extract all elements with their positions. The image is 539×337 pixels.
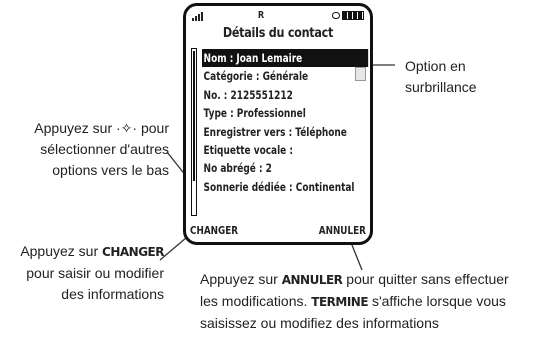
changer-callout-pre: Appuyez sur	[20, 243, 103, 259]
changer-callout-line3: des informations	[61, 286, 164, 302]
annuler-callout-mid: pour quitter sans effectuer	[342, 271, 509, 287]
list-item-speed-dial[interactable]: No abrégé : 2	[202, 159, 368, 177]
highlight-callout-line2: surbrillance	[405, 79, 477, 95]
annuler-softkey[interactable]: ANNULER	[319, 224, 366, 237]
work-type-icon	[355, 67, 366, 81]
list-item-name-highlighted[interactable]: Nom : Joan Lemaire	[202, 49, 369, 68]
nav-callout-line2: sélectionner d'autres	[40, 141, 169, 157]
annuler-callout-pre: Appuyez sur	[200, 271, 282, 287]
highlight-callout: Option en surbrillance	[405, 56, 477, 98]
list-item-number[interactable]: No. : 2125551212	[202, 86, 368, 104]
screen-title: Détails du contact	[222, 26, 334, 41]
annuler-callout: Appuyez sur ANNULER pour quitter sans ef…	[200, 269, 509, 334]
nav-callout: Appuyez sur ·✧· pour sélectionner d'autr…	[34, 118, 169, 181]
annuler-callout-line2a: les modifications.	[200, 293, 312, 309]
battery-full-icon	[342, 11, 364, 20]
annuler-keyword: ANNULER	[281, 273, 343, 287]
nav-callout-line3: options vers le bas	[52, 162, 169, 178]
annuler-callout-line3: saisissez ou modifiez des informations	[200, 315, 439, 331]
list-item-ringtone[interactable]: Sonnerie dédiée : Continental	[202, 178, 368, 196]
scrollbar[interactable]	[191, 48, 197, 216]
status-indicator: R	[258, 10, 265, 21]
list-item-save-to[interactable]: Enregistrer vers : Téléphone	[202, 123, 368, 141]
termine-keyword: TERMINE	[311, 295, 369, 309]
list-item-voice-tag[interactable]: Etiquette vocale :	[202, 141, 368, 159]
status-icons-right	[332, 11, 364, 20]
list-item-type[interactable]: Type : Professionnel	[202, 104, 368, 122]
changer-callout-line2: pour saisir ou modifier	[26, 265, 164, 281]
softkey-bar: CHANGER ANNULER	[186, 224, 370, 240]
signal-bars-icon	[192, 10, 204, 21]
changer-keyword: CHANGER	[102, 245, 164, 259]
status-bar: R	[192, 10, 364, 24]
contact-details-list: Nom : Joan Lemaire Catégorie : Générale …	[202, 49, 369, 196]
nav-callout-post: pour	[137, 120, 169, 136]
phone-screen: R Détails du contact Nom : Joan Lemaire …	[183, 3, 373, 245]
list-item-category[interactable]: Catégorie : Générale	[202, 67, 368, 85]
changer-softkey[interactable]: CHANGER	[190, 224, 238, 237]
nav-key-icon: ·✧·	[116, 120, 138, 136]
annuler-callout-line2b: s'affiche lorsque vous	[368, 293, 506, 309]
ringer-icon	[332, 12, 340, 19]
nav-callout-pre: Appuyez sur	[34, 120, 117, 136]
highlight-callout-line1: Option en	[405, 58, 466, 74]
scrollbar-thumb[interactable]	[193, 51, 195, 181]
changer-callout: Appuyez sur CHANGER pour saisir ou modif…	[20, 241, 164, 305]
